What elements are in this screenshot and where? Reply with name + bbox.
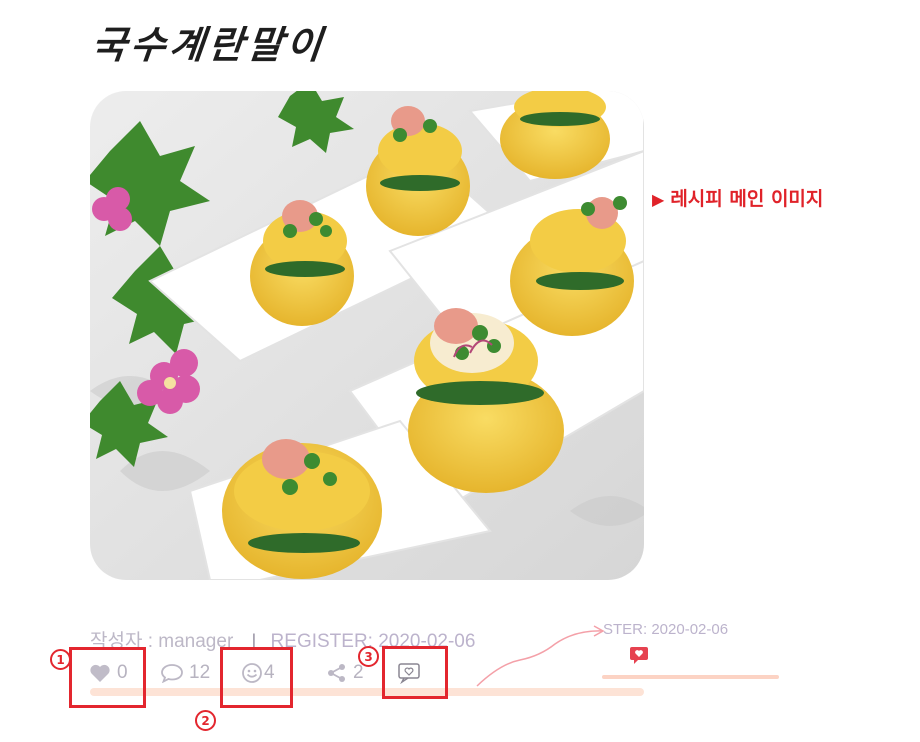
callout-arrow — [476, 625, 605, 687]
